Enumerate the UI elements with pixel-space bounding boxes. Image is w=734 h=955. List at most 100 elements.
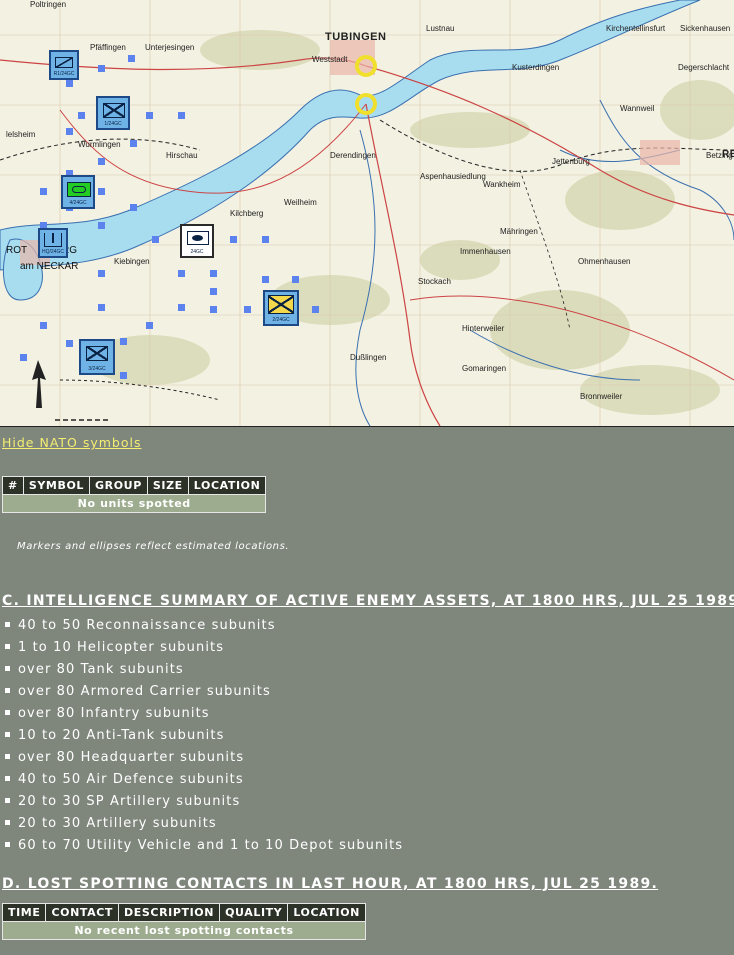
spot-marker[interactable] — [98, 222, 105, 229]
town-label: Kirchentellinsfurt — [606, 24, 666, 33]
hide-nato-symbols-link[interactable]: Hide NATO symbols — [2, 435, 142, 450]
list-item-text: over 80 Headquarter subunits — [18, 750, 245, 765]
hq-symbol-icon — [44, 233, 62, 247]
town-label: Gomaringen — [462, 364, 507, 373]
list-item: 10 to 20 Anti-Tank subunits — [5, 725, 403, 747]
unit-caption: HQ/24GC — [42, 249, 64, 255]
spot-marker[interactable] — [178, 270, 185, 277]
spot-marker[interactable] — [292, 276, 299, 283]
spot-marker[interactable] — [210, 270, 217, 277]
table-row: No units spotted — [1, 494, 267, 513]
spot-marker[interactable] — [98, 270, 105, 277]
column-header[interactable]: SIZE — [146, 476, 189, 495]
unit-counter[interactable]: 24GC — [180, 224, 214, 258]
town-label: Pfäffingen — [90, 43, 126, 52]
town-label: Immenhausen — [460, 247, 511, 256]
list-item: 40 to 50 Air Defence subunits — [5, 769, 403, 791]
spot-marker[interactable] — [244, 306, 251, 313]
column-header[interactable]: # — [2, 476, 24, 495]
town-label: Kiebingen — [114, 257, 150, 266]
town-label: Sickenhausen — [680, 24, 731, 33]
spot-marker[interactable] — [210, 306, 217, 313]
town-label: Mähringen — [500, 227, 538, 236]
column-header[interactable]: TIME — [1, 903, 47, 922]
spot-marker[interactable] — [130, 204, 137, 211]
town-label: Degerschlacht — [678, 63, 730, 72]
air-defence-symbol-icon — [187, 231, 209, 245]
spot-marker[interactable] — [128, 55, 135, 62]
tactical-map[interactable]: TUBINGEN Weststadt Lustnau Kirchentellin… — [0, 0, 734, 427]
town-label: Poltringen — [30, 0, 67, 9]
list-item: 60 to 70 Utility Vehicle and 1 to 10 Dep… — [5, 835, 403, 857]
list-item-text: over 80 Tank subunits — [18, 662, 184, 677]
spot-marker[interactable] — [210, 288, 217, 295]
spot-marker[interactable] — [152, 236, 159, 243]
spot-marker[interactable] — [98, 158, 105, 165]
spot-marker[interactable] — [20, 354, 27, 361]
spot-marker[interactable] — [178, 304, 185, 311]
column-header[interactable]: GROUP — [89, 476, 148, 495]
unit-caption: 1/24GC — [104, 121, 122, 127]
spot-marker[interactable] — [130, 140, 137, 147]
bullet-icon — [5, 798, 10, 803]
town-label: Bronnweiler — [580, 392, 623, 401]
town-label: Hirschau — [166, 151, 198, 160]
spot-marker[interactable] — [262, 276, 269, 283]
north-arrow-icon — [32, 360, 46, 408]
unit-counter[interactable]: 3/24GC — [79, 339, 115, 375]
town-label: Aspenhausiedlung — [420, 172, 486, 181]
spot-marker[interactable] — [66, 340, 73, 347]
unit-caption: R1/24GC — [53, 71, 75, 77]
town-label: Weilheim — [284, 198, 317, 207]
town-label: Kilchberg — [230, 209, 264, 218]
unit-caption: 24GC — [190, 249, 204, 255]
spot-marker[interactable] — [98, 304, 105, 311]
spot-marker[interactable] — [312, 306, 319, 313]
spot-marker[interactable] — [98, 65, 105, 72]
town-label: RE — [722, 149, 734, 160]
recon-symbol-icon — [55, 57, 73, 68]
list-item-text: 1 to 10 Helicopter subunits — [18, 640, 225, 655]
bullet-icon — [5, 710, 10, 715]
estimate-note: Markers and ellipses reflect estimated l… — [17, 541, 290, 552]
bullet-icon — [5, 776, 10, 781]
spotted-units-table: # SYMBOL GROUP SIZE LOCATION No units sp… — [1, 476, 267, 513]
unit-counter[interactable]: 2/24GC — [263, 290, 299, 326]
spot-marker[interactable] — [120, 338, 127, 345]
unit-counter[interactable]: R1/24GC — [49, 50, 79, 80]
empty-message: No recent lost spotting contacts — [2, 921, 366, 940]
list-item: over 80 Tank subunits — [5, 659, 403, 681]
town-label: Wannweil — [620, 104, 655, 113]
column-header[interactable]: QUALITY — [219, 903, 289, 922]
spot-marker[interactable] — [40, 188, 47, 195]
column-header[interactable]: CONTACT — [45, 903, 120, 922]
spot-marker[interactable] — [40, 322, 47, 329]
spot-marker[interactable] — [146, 112, 153, 119]
list-item: 20 to 30 SP Artillery subunits — [5, 791, 403, 813]
spot-marker[interactable] — [66, 128, 73, 135]
list-item-text: 40 to 50 Air Defence subunits — [18, 772, 244, 787]
list-item-text: 20 to 30 Artillery subunits — [18, 816, 217, 831]
armor-symbol-icon — [67, 182, 91, 197]
column-header[interactable]: SYMBOL — [22, 476, 91, 495]
spot-marker[interactable] — [230, 236, 237, 243]
spot-marker[interactable] — [262, 236, 269, 243]
spot-marker[interactable] — [146, 322, 153, 329]
column-header[interactable]: LOCATION — [187, 476, 267, 495]
unit-counter[interactable]: HQ/24GC — [38, 228, 68, 258]
spot-marker[interactable] — [98, 188, 105, 195]
column-header[interactable]: LOCATION — [287, 903, 366, 922]
spot-marker[interactable] — [178, 112, 185, 119]
spot-marker[interactable] — [78, 112, 85, 119]
spot-marker[interactable] — [66, 80, 73, 87]
spot-marker[interactable] — [120, 372, 127, 379]
unit-caption: 4/24GC — [69, 200, 87, 206]
bullet-icon — [5, 842, 10, 847]
table-header-row: TIME CONTACT DESCRIPTION QUALITY LOCATIO… — [1, 903, 366, 922]
infantry-symbol-icon — [86, 346, 108, 361]
column-header[interactable]: DESCRIPTION — [118, 903, 221, 922]
list-item: over 80 Armored Carrier subunits — [5, 681, 403, 703]
bullet-icon — [5, 688, 10, 693]
unit-counter[interactable]: 1/24GC — [96, 96, 130, 130]
unit-counter[interactable]: 4/24GC — [61, 175, 95, 209]
